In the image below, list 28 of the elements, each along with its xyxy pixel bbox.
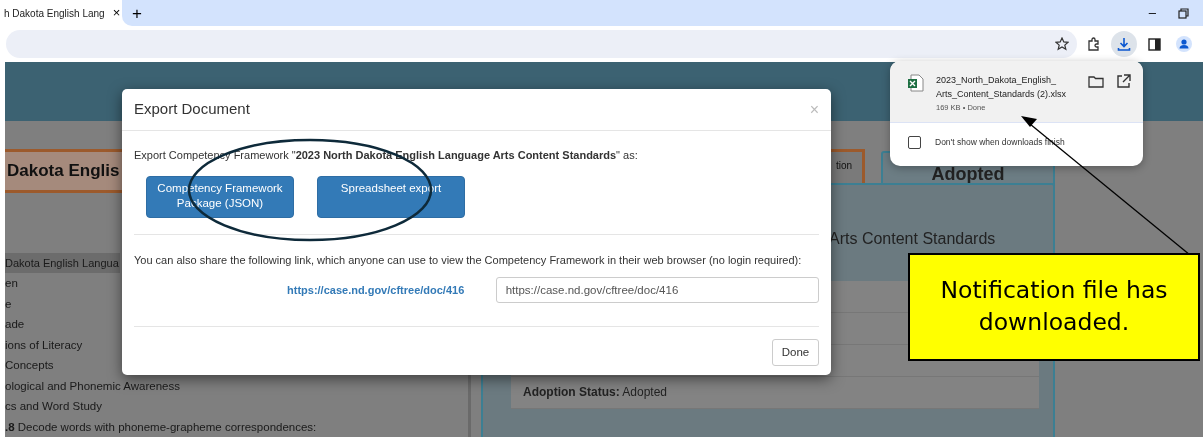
done-button[interactable]: Done (772, 339, 819, 366)
download-icon[interactable] (1117, 37, 1131, 51)
adoption-status: Adoption Status: Adopted (523, 384, 668, 401)
tree-item[interactable]: ological and Phonemic Awareness (5, 375, 468, 396)
dialog-title: Export Document (134, 99, 250, 120)
minimize-button[interactable]: – (1148, 3, 1156, 23)
callout-note: Notification file has downloaded. (908, 253, 1200, 361)
tab-title[interactable]: h Dakota English Lang (4, 5, 105, 21)
tree-item[interactable]: Dakota English Langua (5, 252, 120, 273)
file-name[interactable]: 2023_North_Dakota_English_ (936, 74, 1084, 88)
framework-title: Dakota Englis (5, 148, 125, 193)
open-external-icon[interactable] (1116, 74, 1131, 88)
tree-item[interactable]: cs and Word Study (5, 396, 468, 417)
link-field[interactable]: https://case.nd.gov/cftree/doc/416 (495, 277, 819, 303)
share-link[interactable]: https://case.nd.gov/cftree/doc/416 (287, 281, 483, 299)
spreadsheet-file-icon (908, 74, 924, 92)
profile-avatar-icon[interactable] (1176, 36, 1192, 52)
new-tab-button[interactable]: + (132, 4, 142, 22)
share-text: You can also share the following link, which anyone can use to view the Competency Framework in their web browser (no login required): (134, 252, 803, 268)
file-name[interactable]: Arts_Content_Standards (2).xlsx (936, 87, 1084, 101)
bookmark-star-icon[interactable] (1055, 37, 1069, 51)
checkbox[interactable] (908, 136, 921, 149)
tree-item[interactable]: .8 Decode words with phoneme-grapheme correspondences: (5, 416, 468, 437)
folder-icon[interactable] (1088, 74, 1104, 88)
restore-button[interactable] (1178, 7, 1189, 19)
close-tab-button[interactable]: × (112, 3, 121, 23)
side-panel-icon[interactable] (1147, 37, 1161, 51)
puzzle-icon[interactable] (1087, 36, 1101, 52)
